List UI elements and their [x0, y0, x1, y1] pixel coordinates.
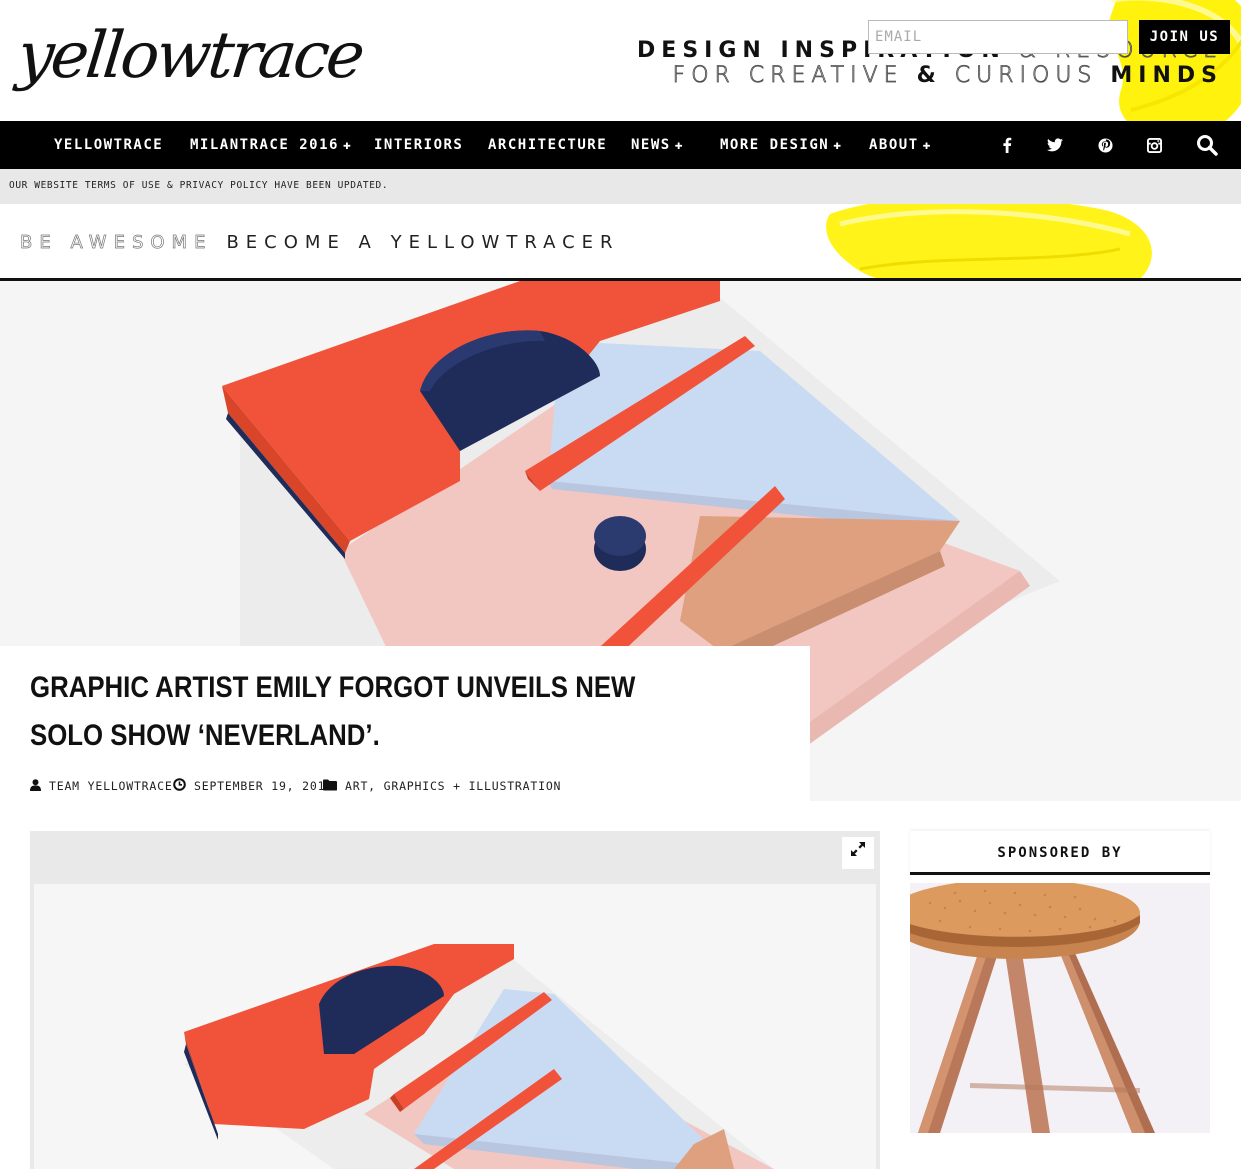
- plus-icon: ✚: [674, 138, 685, 153]
- facebook-icon[interactable]: [995, 121, 1019, 169]
- nav-item-about[interactable]: ABOUT ✚: [869, 121, 932, 169]
- nav-item-label: ABOUT: [869, 137, 919, 153]
- yellow-paint-splash: [826, 204, 1152, 278]
- tagline-ampersand: &: [916, 63, 942, 88]
- nav-item-more-design[interactable]: MORE DESIGN ✚: [720, 121, 843, 169]
- tagline-light: FOR CREATIVE: [672, 63, 904, 89]
- article-categories[interactable]: ART, GRAPHICS + ILLUSTRATION: [323, 778, 561, 794]
- pinterest-icon[interactable]: [1093, 121, 1117, 169]
- nav-item-interiors[interactable]: INTERIORS: [374, 121, 463, 169]
- nav-item-label: MILANTRACE 2016: [190, 137, 339, 153]
- subscribe-light-text: BE AWESOME: [20, 232, 213, 254]
- user-icon: [30, 778, 41, 794]
- subscribe-dark-text: BECOME A YELLOWTRACER: [226, 232, 620, 253]
- categories-text: ART, GRAPHICS + ILLUSTRATION: [345, 779, 562, 793]
- expand-icon[interactable]: [842, 837, 874, 869]
- subscribe-headline: BE AWESOME BECOME A YELLOWTRACER: [20, 232, 620, 254]
- twitter-icon[interactable]: [1043, 121, 1067, 169]
- tagline-bold: MINDS: [1110, 63, 1223, 88]
- author-name: TEAM YELLOWTRACE: [49, 779, 173, 793]
- plus-icon: ✚: [342, 138, 353, 153]
- search-icon[interactable]: [1195, 121, 1219, 169]
- policy-notice-bar: OUR WEBSITE TERMS OF USE & PRIVACY POLIC…: [0, 169, 1241, 204]
- policy-notice-text[interactable]: OUR WEBSITE TERMS OF USE & PRIVACY POLIC…: [9, 180, 388, 191]
- join-button[interactable]: JOIN US: [1139, 20, 1230, 54]
- subscribe-bar: BE AWESOME BECOME A YELLOWTRACER: [0, 204, 1241, 278]
- nav-item-label: ARCHITECTURE: [488, 137, 608, 153]
- tagline-line-2: FOR CREATIVE & CURIOUS MINDS: [672, 63, 1223, 89]
- main-nav: YELLOWTRACE MILANTRACE 2016 ✚ INTERIORS A…: [0, 121, 1241, 169]
- neverland-artwork: [184, 944, 774, 1169]
- gallery-image[interactable]: [34, 884, 876, 1169]
- date-text: SEPTEMBER 19, 2016: [194, 779, 334, 793]
- article-title: GRAPHIC ARTIST EMILY FORGOT UNVEILS NEW …: [30, 671, 636, 752]
- folder-icon: [323, 779, 337, 794]
- nav-item-label: NEWS: [631, 137, 671, 153]
- stool-image: [910, 883, 1210, 1133]
- nav-item-milantrace[interactable]: MILANTRACE 2016 ✚: [190, 121, 352, 169]
- sponsor-image[interactable]: [910, 883, 1210, 1133]
- plus-icon: ✚: [922, 138, 932, 153]
- nav-item-yellowtrace[interactable]: YELLOWTRACE: [54, 121, 163, 169]
- site-logo[interactable]: yellowtrace: [14, 16, 366, 96]
- article-author[interactable]: TEAM YELLOWTRACE: [30, 778, 173, 794]
- nav-item-news[interactable]: NEWS ✚: [631, 121, 684, 169]
- clock-icon: [173, 778, 186, 794]
- site-header: yellowtrace DESIGN INSPIRATION & RESOURC…: [0, 0, 1241, 121]
- nav-item-architecture[interactable]: ARCHITECTURE: [488, 121, 607, 169]
- sponsored-heading: SPONSORED BY: [910, 831, 1210, 875]
- nav-item-label: YELLOWTRACE: [54, 137, 164, 153]
- nav-item-label: MORE DESIGN: [720, 137, 830, 153]
- tagline-light: CURIOUS: [954, 63, 1098, 89]
- email-field[interactable]: [868, 20, 1128, 54]
- nav-item-label: INTERIORS: [374, 137, 464, 153]
- article-date: SEPTEMBER 19, 2016: [173, 778, 333, 794]
- plus-icon: ✚: [833, 138, 843, 153]
- instagram-icon[interactable]: [1142, 121, 1166, 169]
